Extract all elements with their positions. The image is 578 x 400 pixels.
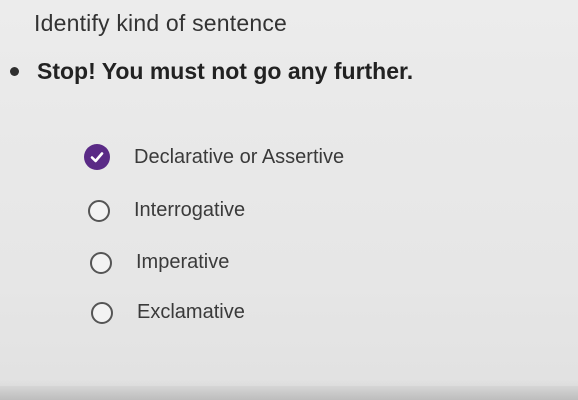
radio-unchecked-icon[interactable]	[91, 301, 113, 324]
option-label: Imperative	[136, 251, 230, 273]
question-row: Stop! You must not go any further.	[10, 58, 413, 85]
screen-bottom-edge	[0, 386, 578, 400]
bullet-dot-icon	[10, 67, 19, 76]
page-title: Identify kind of sentence	[34, 10, 288, 36]
question-text: Stop! You must not go any further.	[37, 58, 414, 84]
option-declarative[interactable]: Declarative or Assertive	[84, 144, 344, 170]
quiz-screen: Identify kind of sentence Stop! You must…	[0, 0, 578, 400]
option-label: Declarative or Assertive	[134, 145, 345, 168]
option-label: Exclamative	[137, 301, 245, 323]
option-exclamative[interactable]: Exclamative	[91, 301, 245, 324]
option-label: Interrogative	[134, 199, 246, 221]
option-interrogative[interactable]: Interrogative	[88, 199, 245, 222]
radio-unchecked-icon[interactable]	[88, 199, 110, 222]
checkmark-icon	[90, 152, 104, 163]
radio-checked-icon[interactable]	[84, 144, 110, 170]
option-imperative[interactable]: Imperative	[90, 251, 229, 274]
radio-unchecked-icon[interactable]	[90, 251, 112, 274]
